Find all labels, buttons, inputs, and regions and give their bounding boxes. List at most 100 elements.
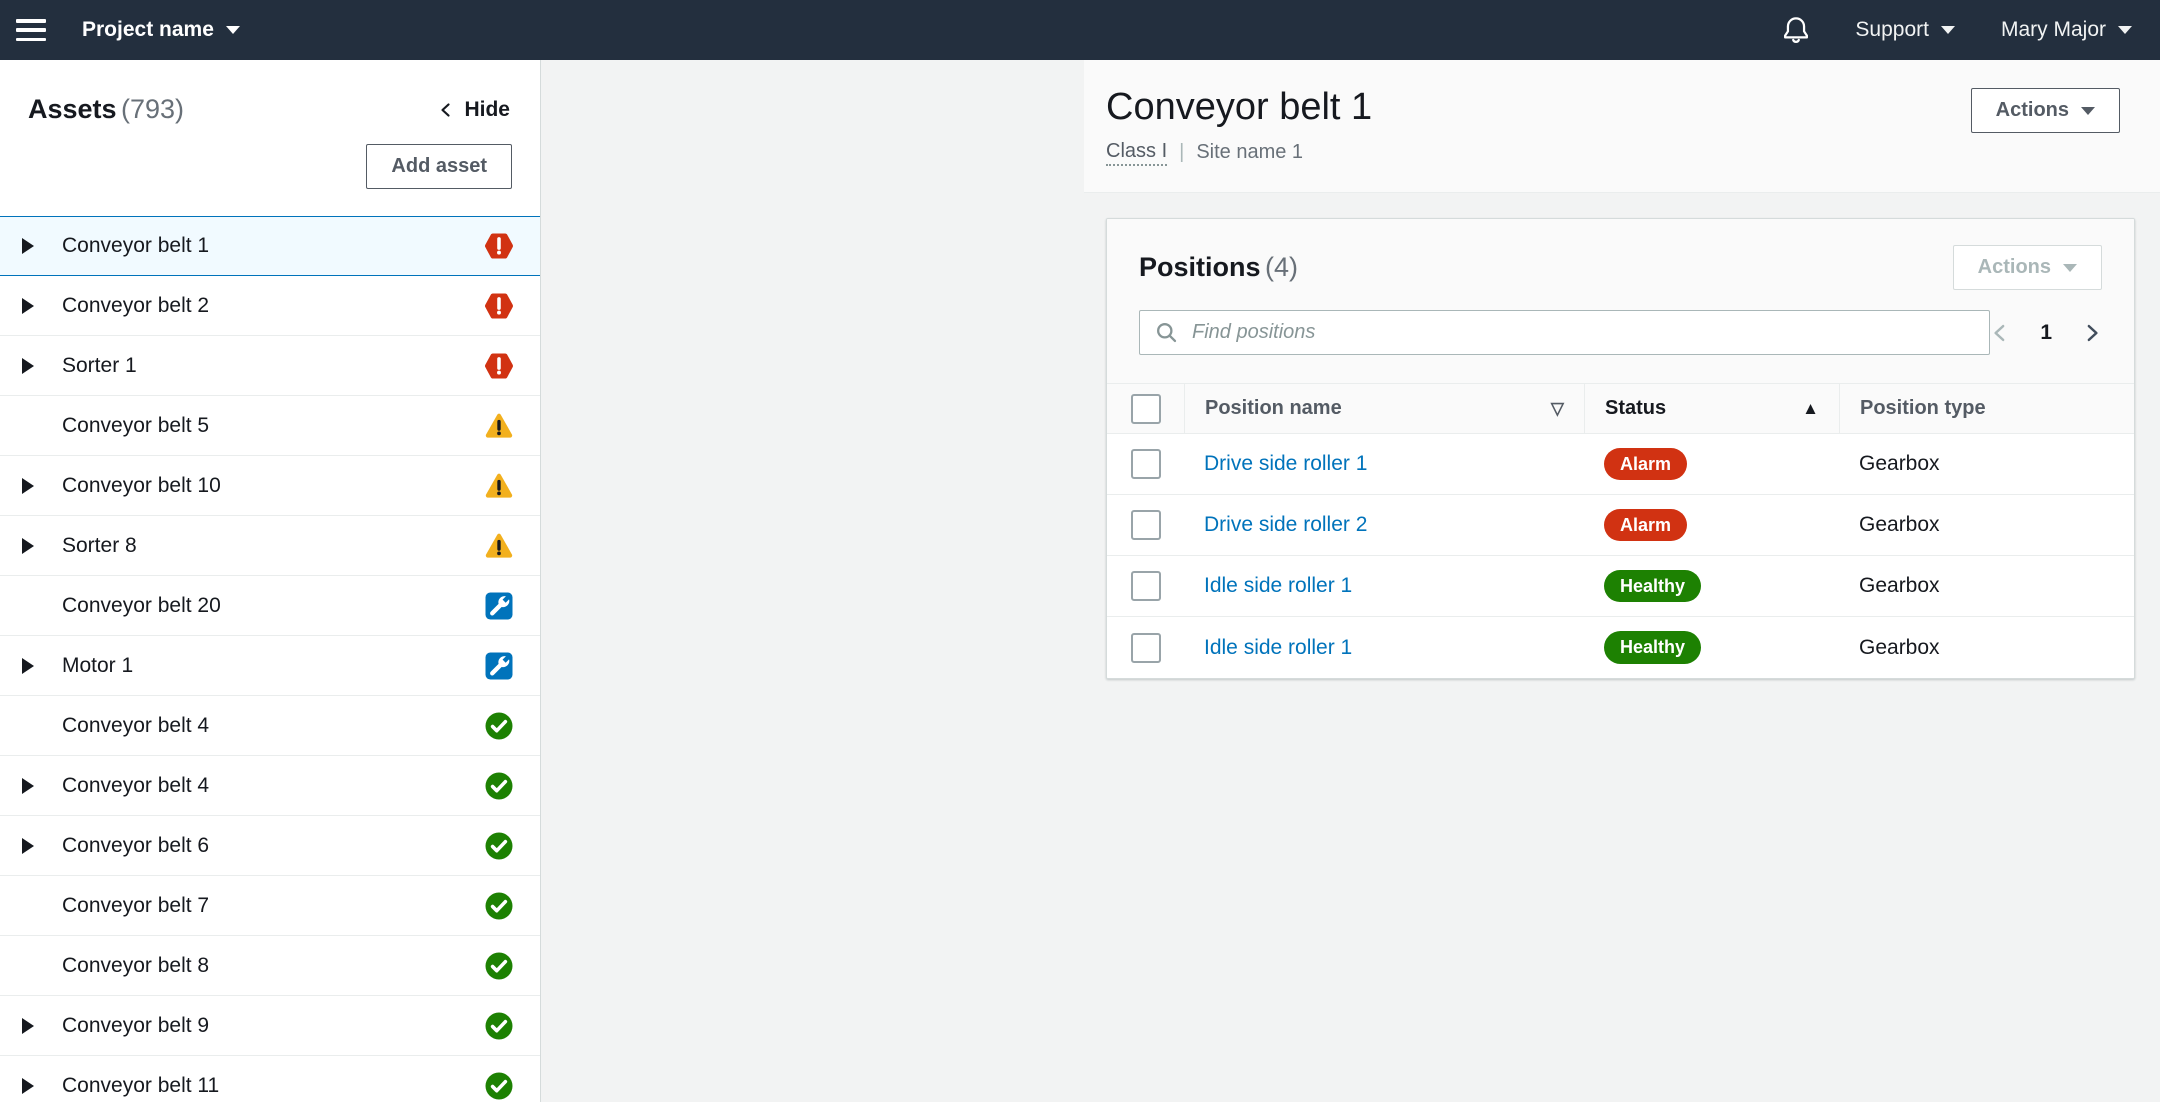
expand-arrow-icon[interactable] xyxy=(22,838,34,854)
asset-list-item-conveyor-belt-5[interactable]: Conveyor belt 5 xyxy=(0,396,540,456)
actions-label: Actions xyxy=(1978,256,2051,279)
asset-name: Sorter 1 xyxy=(62,354,484,378)
user-name-label: Mary Major xyxy=(2001,18,2106,42)
project-dropdown[interactable]: Project name xyxy=(82,18,240,42)
table-row: Drive side roller 2 Alarm Gearbox Aug 26… xyxy=(1107,495,2134,556)
asset-list-item-conveyor-belt-10[interactable]: Conveyor belt 10 xyxy=(0,456,540,516)
warning-status-icon xyxy=(484,471,514,501)
asset-list-item-conveyor-belt-20[interactable]: Conveyor belt 20 xyxy=(0,576,540,636)
asset-list-item-conveyor-belt-1[interactable]: Conveyor belt 1 xyxy=(0,216,540,276)
asset-list-item-conveyor-belt-6[interactable]: Conveyor belt 6 xyxy=(0,816,540,876)
asset-list: Conveyor belt 1 Conveyor belt 2 Sorter 1… xyxy=(0,216,540,1102)
add-asset-button[interactable]: Add asset xyxy=(366,144,512,189)
asset-name: Conveyor belt 10 xyxy=(62,474,484,498)
asset-list-item-sorter-1[interactable]: Sorter 1 xyxy=(0,336,540,396)
healthy-status-icon xyxy=(484,951,514,981)
asset-name: Conveyor belt 11 xyxy=(62,1074,484,1098)
top-navigation-bar: Project name Support Mary Major xyxy=(0,0,2160,60)
page-number[interactable]: 1 xyxy=(2040,321,2052,345)
project-name-label: Project name xyxy=(82,18,214,42)
row-checkbox[interactable] xyxy=(1131,633,1161,663)
row-checkbox[interactable] xyxy=(1131,571,1161,601)
expand-arrow-icon[interactable] xyxy=(22,238,34,254)
meta-separator: | xyxy=(1179,141,1184,164)
positions-actions-button[interactable]: Actions xyxy=(1953,245,2102,290)
asset-list-item-conveyor-belt-9[interactable]: Conveyor belt 9 xyxy=(0,996,540,1056)
app-root: Project name Support Mary Major Assets (… xyxy=(0,0,2160,1102)
healthy-status-icon xyxy=(484,711,514,741)
hide-panel-button[interactable]: Hide xyxy=(438,98,510,122)
previous-page-icon[interactable] xyxy=(1990,322,2010,344)
user-menu-dropdown[interactable]: Mary Major xyxy=(2001,18,2132,42)
page-actions-button[interactable]: Actions xyxy=(1971,88,2120,133)
asset-name: Conveyor belt 6 xyxy=(62,834,484,858)
expand-arrow-icon[interactable] xyxy=(22,778,34,794)
asset-list-item-conveyor-belt-8[interactable]: Conveyor belt 8 xyxy=(0,936,540,996)
row-checkbox[interactable] xyxy=(1131,510,1161,540)
sort-descending-icon: ▽ xyxy=(1551,399,1564,419)
asset-name: Conveyor belt 9 xyxy=(62,1014,484,1038)
position-name-link[interactable]: Drive side roller 1 xyxy=(1204,452,1367,476)
table-row: Drive side roller 1 Alarm Gearbox Aug 26… xyxy=(1107,434,2134,495)
healthy-status-icon xyxy=(484,1071,514,1101)
healthy-status-icon xyxy=(484,771,514,801)
alarm-status-icon xyxy=(484,291,514,321)
position-name-link[interactable]: Idle side roller 1 xyxy=(1204,574,1352,598)
asset-list-item-motor-1[interactable]: Motor 1 xyxy=(0,636,540,696)
asset-list-item-conveyor-belt-2[interactable]: Conveyor belt 2 xyxy=(0,276,540,336)
asset-list-item-conveyor-belt-7[interactable]: Conveyor belt 7 xyxy=(0,876,540,936)
next-page-icon[interactable] xyxy=(2082,322,2102,344)
page-header: Conveyor belt 1 Class I | Site name 1 Ac… xyxy=(1084,60,2160,193)
expand-arrow-icon[interactable] xyxy=(22,1078,34,1094)
asset-class-link[interactable]: Class I xyxy=(1106,140,1167,166)
asset-name: Conveyor belt 1 xyxy=(62,234,484,258)
positions-card: Positions (4) Actions xyxy=(1106,218,2135,679)
select-all-checkbox[interactable] xyxy=(1131,394,1161,424)
row-checkbox[interactable] xyxy=(1131,449,1161,479)
assets-panel-header: Assets (793) Hide Add asset xyxy=(0,60,540,216)
asset-name: Sorter 8 xyxy=(62,534,484,558)
expand-arrow-icon[interactable] xyxy=(22,478,34,494)
expand-arrow-icon[interactable] xyxy=(22,298,34,314)
expand-arrow-icon[interactable] xyxy=(22,358,34,374)
expand-arrow-icon[interactable] xyxy=(22,658,34,674)
assets-panel: Assets (793) Hide Add asset Conveyor bel… xyxy=(0,60,541,1102)
menu-icon[interactable] xyxy=(16,19,46,41)
notifications-bell-icon[interactable] xyxy=(1781,15,1811,45)
search-icon xyxy=(1155,321,1178,344)
support-dropdown[interactable]: Support xyxy=(1855,18,1955,42)
asset-name: Conveyor belt 20 xyxy=(62,594,484,618)
position-type-cell: Gearbox xyxy=(1839,574,2135,598)
chevron-down-icon xyxy=(2118,26,2132,34)
expand-arrow-icon[interactable] xyxy=(22,1018,34,1034)
status-badge: Alarm xyxy=(1604,509,1687,541)
position-name-link[interactable]: Idle side roller 1 xyxy=(1204,636,1352,660)
asset-list-item-conveyor-belt-4[interactable]: Conveyor belt 4 xyxy=(0,696,540,756)
asset-list-item-conveyor-belt-4b[interactable]: Conveyor belt 4 xyxy=(0,756,540,816)
asset-list-item-conveyor-belt-11[interactable]: Conveyor belt 11 xyxy=(0,1056,540,1102)
assets-count: (793) xyxy=(121,94,184,124)
chevron-down-icon xyxy=(226,26,240,34)
main-content: Conveyor belt 1 Class I | Site name 1 Ac… xyxy=(1084,60,2160,1102)
alarm-status-icon xyxy=(484,231,514,261)
positions-table-header: Position name ▽ Status ▲ Position type ▽… xyxy=(1107,383,2134,434)
position-type-cell: Gearbox xyxy=(1839,513,2135,537)
asset-name: Conveyor belt 7 xyxy=(62,894,484,918)
alarm-status-icon xyxy=(484,351,514,381)
asset-list-item-sorter-8[interactable]: Sorter 8 xyxy=(0,516,540,576)
column-header-position-type[interactable]: Position type ▽ xyxy=(1839,384,2135,433)
position-name-link[interactable]: Drive side roller 2 xyxy=(1204,513,1367,537)
expand-arrow-icon[interactable] xyxy=(22,538,34,554)
asset-name: Conveyor belt 5 xyxy=(62,414,484,438)
table-row: Idle side roller 1 Healthy Gearbox Aug 2… xyxy=(1107,617,2134,678)
positions-count: (4) xyxy=(1265,252,1298,282)
search-box xyxy=(1139,310,1990,355)
healthy-status-icon xyxy=(484,891,514,921)
content-area: Positions (4) Actions xyxy=(1084,193,2160,1102)
column-header-status[interactable]: Status ▲ xyxy=(1584,384,1839,433)
status-badge: Alarm xyxy=(1604,448,1687,480)
find-positions-input[interactable] xyxy=(1139,310,1990,355)
column-header-position-name[interactable]: Position name ▽ xyxy=(1184,384,1584,433)
sort-ascending-icon: ▲ xyxy=(1802,399,1819,419)
chevron-down-icon xyxy=(2081,107,2095,115)
